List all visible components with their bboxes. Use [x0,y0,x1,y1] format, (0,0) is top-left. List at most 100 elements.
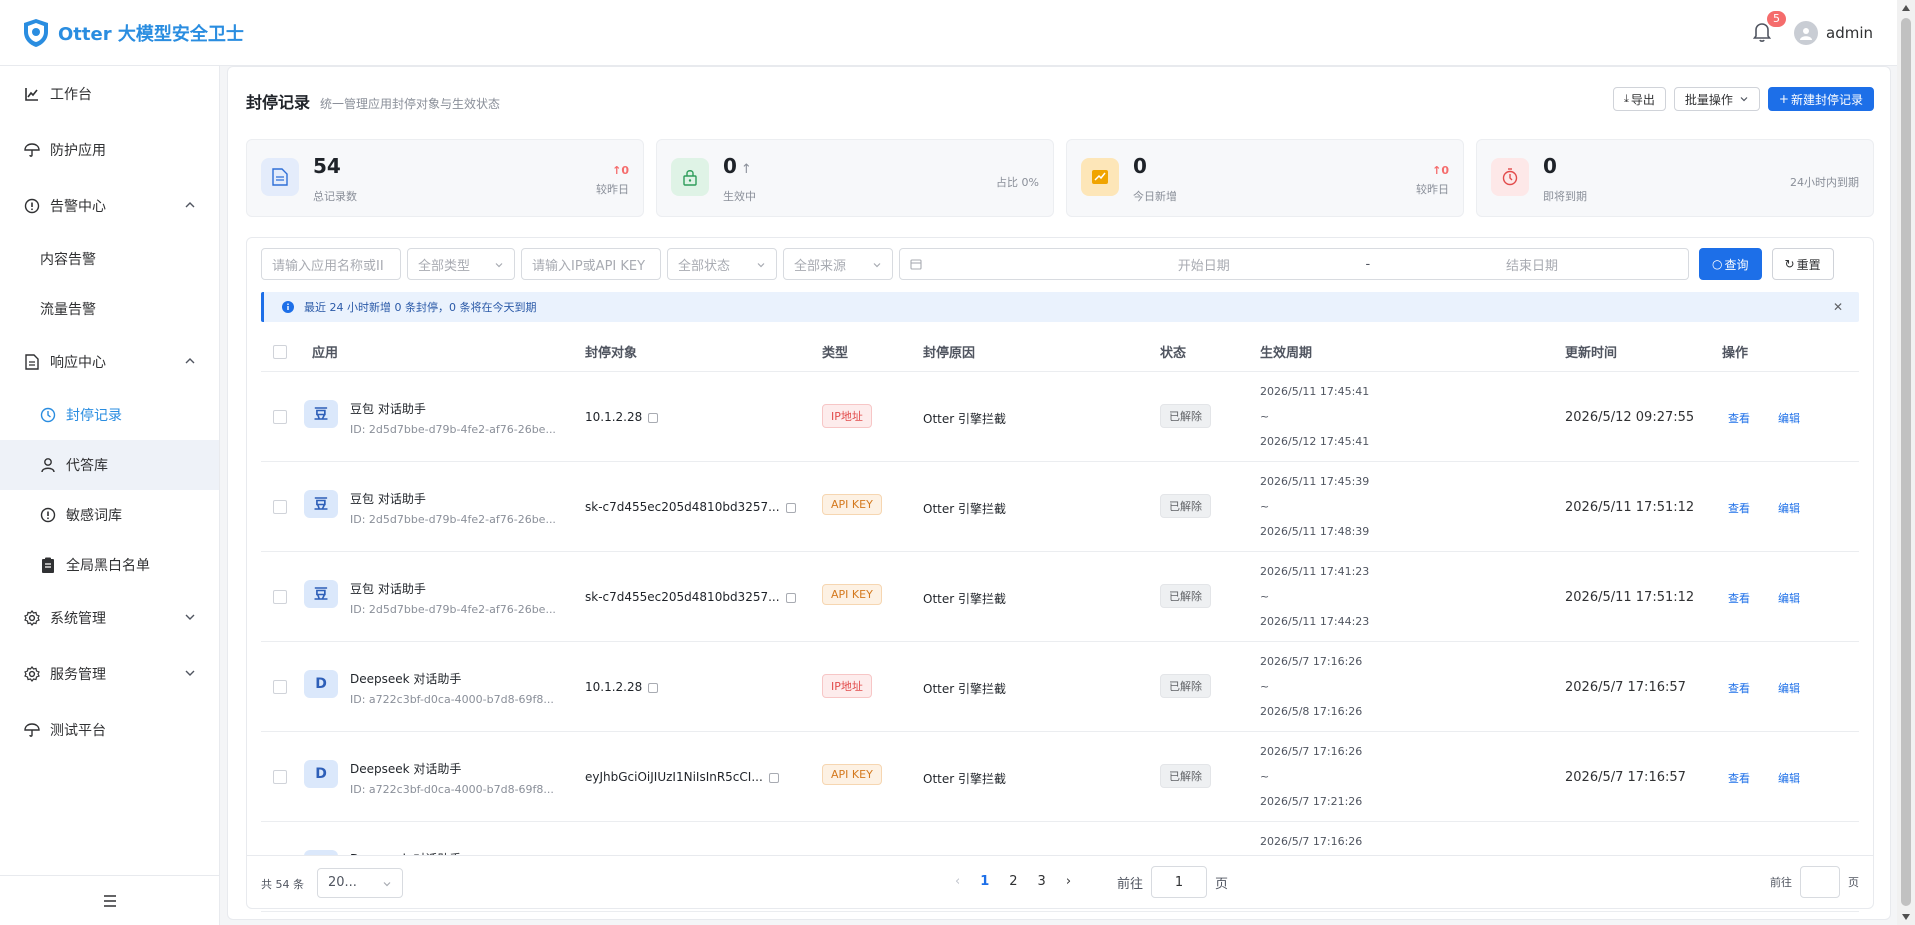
notification-bell[interactable]: 5 [1752,11,1786,45]
sidebar-item-block-records[interactable]: 封停记录 [0,390,219,440]
query-button[interactable]: ○ 查询 [1699,248,1762,280]
export-button[interactable]: ⤓ 导出 [1613,87,1666,111]
page-2[interactable]: 2 [1009,874,1017,889]
stat-card-today-new: 0 今日新增 ↑0 较昨日 [1066,139,1464,217]
date-range-picker[interactable]: 开始日期 - 结束日期 [899,248,1689,280]
chevron-down-icon [185,670,195,676]
page-1[interactable]: 1 [980,874,989,889]
type-select[interactable]: 全部类型 [407,248,515,280]
stat-card-active: 0 ↑ 生效中 占比 0% [656,139,1054,217]
row-checkbox[interactable] [273,680,287,694]
row-checkbox[interactable] [273,500,287,514]
page-scrollbar[interactable] [1897,0,1915,925]
app-name[interactable]: Deepseek 对话助手 [350,670,554,687]
reset-button[interactable]: ↻ 重置 [1771,248,1834,280]
sidebar-item-dashboard[interactable]: 工作台 [0,66,219,122]
copy-icon[interactable] [785,502,796,513]
row-checkbox[interactable] [273,410,287,424]
user-avatar[interactable] [1794,21,1818,45]
user-icon [40,457,56,473]
sidebar-item-test-platform[interactable]: 测试平台 [0,702,219,758]
scroll-up-arrow[interactable] [1902,5,1910,11]
view-link[interactable]: 查看 [1728,772,1750,785]
target-search-input[interactable]: 请输入IP或API KEY [521,248,661,280]
username[interactable]: admin [1826,24,1873,42]
sidebar-item-alert-center[interactable]: 告警中心 [0,178,219,234]
copy-icon[interactable] [785,592,796,603]
edit-link[interactable]: 编辑 [1778,412,1800,425]
app-name[interactable]: Deepseek 对话助手 [350,760,554,777]
block-target: 10.1.2.28 [585,410,659,424]
batch-actions-button[interactable]: 批量操作 [1673,87,1760,111]
close-icon[interactable]: ✕ [1833,300,1843,314]
copy-icon[interactable] [768,772,779,783]
edit-link[interactable]: 编辑 [1778,682,1800,695]
view-link[interactable]: 查看 [1728,502,1750,515]
sidebar-item-answer-library[interactable]: 代答库 [0,440,219,490]
page-size-select[interactable]: 20... [317,868,403,898]
goto-page-input[interactable]: 1 [1151,866,1208,898]
view-link[interactable]: 查看 [1728,682,1750,695]
end-date-input[interactable]: 结束日期 [1506,255,1558,274]
sidebar-item-system-management[interactable]: 系统管理 [0,590,219,646]
page-3[interactable]: 3 [1038,874,1046,889]
sidebar-item-sensitive-words[interactable]: 敏感词库 [0,490,219,540]
app-name[interactable]: 豆包 对话助手 [350,490,556,507]
block-reason: Otter 引擎拦截 [923,592,1006,606]
period-start: 2026/5/11 17:45:41 [1260,385,1370,398]
status-select[interactable]: 全部状态 [667,248,777,280]
gear-icon [24,610,40,626]
page-unit-label: 页 [1848,876,1859,889]
sidebar-item-label: 封停记录 [66,408,122,424]
sidebar-item-content-alerts[interactable]: 内容告警 [0,234,219,284]
col-header-status: 状态 [1160,346,1187,361]
period-end: 2026/5/11 17:44:23 [1260,615,1370,628]
row-checkbox[interactable] [273,590,287,604]
edit-link[interactable]: 编辑 [1778,772,1800,785]
stat-label: 生效中 [723,190,756,203]
sidebar-item-label: 响应中心 [50,355,106,371]
chevron-down-icon [1740,97,1748,102]
sidebar-collapse-button[interactable] [0,875,219,925]
edit-link[interactable]: 编辑 [1778,592,1800,605]
app-logo[interactable]: Otter 大模型安全卫士 [22,18,244,48]
scroll-down-arrow[interactable] [1902,914,1910,920]
sidebar-item-protected-apps[interactable]: 防护应用 [0,122,219,178]
select-all-checkbox[interactable] [273,345,287,359]
sidebar: 工作台 防护应用 告警中心 内容告警 流量告警 响应中心 封停记录 代答库 敏感… [0,66,220,925]
new-block-record-button[interactable]: + 新建封停记录 [1767,87,1874,111]
sidebar-item-response-center[interactable]: 响应中心 [0,334,219,390]
app-avatar: D [304,760,338,788]
copy-icon[interactable] [648,682,659,693]
next-page-button[interactable]: › [1066,874,1071,889]
app-name[interactable]: 豆包 对话助手 [350,580,556,597]
start-date-input[interactable]: 开始日期 [1178,255,1230,274]
view-link[interactable]: 查看 [1728,412,1750,425]
col-header-type: 类型 [822,346,849,361]
period-end: 2026/5/12 17:45:41 [1260,435,1370,448]
period-end: 2026/5/11 17:48:39 [1260,525,1370,538]
edit-link[interactable]: 编辑 [1778,502,1800,515]
goto-page-input-secondary[interactable] [1800,866,1840,898]
sidebar-item-traffic-alerts[interactable]: 流量告警 [0,284,219,334]
row-checkbox[interactable] [273,770,287,784]
sidebar-item-global-blackwhite-list[interactable]: 全局黑白名单 [0,540,219,590]
goto-label: 前往 [1117,876,1144,892]
app-search-input[interactable]: 请输入应用名称或II [261,248,401,280]
view-link[interactable]: 查看 [1728,592,1750,605]
stat-label: 今日新增 [1133,190,1177,203]
chevron-down-icon [185,614,195,620]
umbrella-icon [24,142,40,158]
scroll-thumb[interactable] [1901,18,1911,906]
sidebar-item-service-management[interactable]: 服务管理 [0,646,219,702]
user-icon [1800,28,1812,40]
table-row: D Deepseek 对话助手 ID: a722c3bf-d0ca-4000-b7d… [261,642,1859,732]
sidebar-item-label: 全局黑白名单 [66,558,150,574]
app-name[interactable]: 豆包 对话助手 [350,400,556,417]
chevron-up-icon [185,202,195,208]
copy-icon[interactable] [648,412,659,423]
prev-page-button[interactable]: ‹ [955,874,960,889]
source-select[interactable]: 全部来源 [783,248,893,280]
shield-logo-icon [24,18,48,47]
period-start: 2026/5/7 17:16:26 [1260,835,1363,848]
